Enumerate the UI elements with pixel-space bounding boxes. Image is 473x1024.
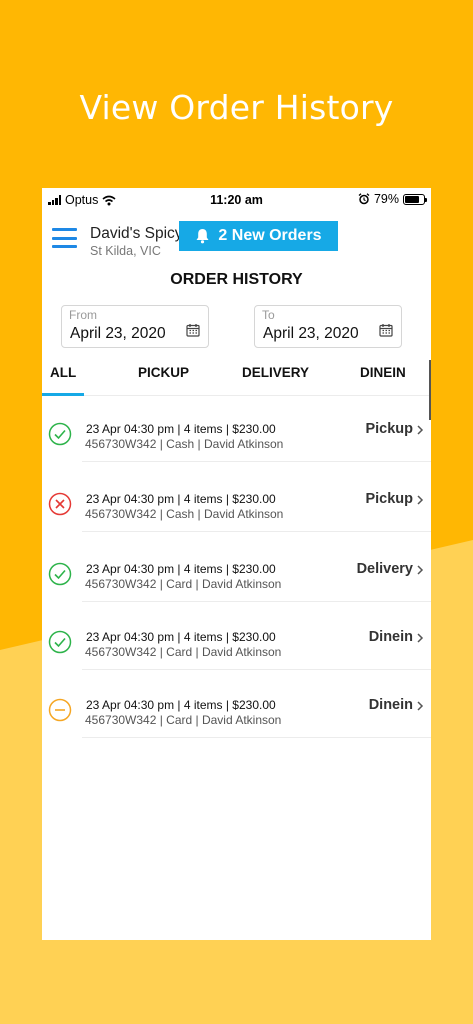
hamburger-menu-icon[interactable] — [52, 228, 77, 248]
order-row[interactable]: 23 Apr 04:30 pm | 4 items | $230.00 4567… — [42, 396, 431, 462]
row-divider — [82, 601, 431, 602]
order-summary: 23 Apr 04:30 pm | 4 items | $230.00 — [86, 630, 276, 644]
new-orders-label: 2 New Orders — [218, 227, 322, 244]
tab-all[interactable]: ALL — [50, 365, 76, 380]
status-right: 79% — [358, 192, 427, 206]
row-divider — [82, 461, 431, 462]
row-divider — [82, 531, 431, 532]
battery-icon — [403, 193, 427, 205]
from-date-label: From — [69, 308, 97, 322]
order-details: 456730W342 | Card | David Atkinson — [85, 713, 282, 727]
chevron-right-icon — [417, 701, 424, 711]
order-summary: 23 Apr 04:30 pm | 4 items | $230.00 — [86, 562, 276, 576]
order-type: Dinein — [368, 697, 413, 713]
order-type-tabs: ALL PICKUP DELIVERY DINEIN — [42, 356, 431, 396]
order-summary: 23 Apr 04:30 pm | 4 items | $230.00 — [86, 422, 276, 436]
order-details: 456730W342 | Card | David Atkinson — [85, 577, 282, 591]
order-details: 456730W342 | Card | David Atkinson — [85, 645, 282, 659]
order-details: 456730W342 | Cash | David Atkinson — [85, 507, 284, 521]
promo-headline: View Order History — [79, 88, 394, 127]
to-date-label: To — [262, 308, 275, 322]
to-date-field[interactable]: To April 23, 2020 — [254, 305, 402, 348]
row-divider — [82, 737, 431, 738]
phone-screen: Optus 11:20 am 79% David's Spicy St Kild… — [42, 188, 431, 940]
order-row[interactable]: 23 Apr 04:30 pm | 4 items | $230.00 4567… — [42, 536, 431, 602]
order-row[interactable]: 23 Apr 04:30 pm | 4 items | $230.00 4567… — [42, 466, 431, 532]
chevron-right-icon — [417, 565, 424, 575]
store-name: David's Spicy — [90, 225, 183, 242]
completed-check-icon — [48, 562, 72, 586]
to-date-value: April 23, 2020 — [263, 325, 359, 342]
from-date-value: April 23, 2020 — [70, 325, 166, 342]
calendar-icon — [379, 324, 393, 337]
store-location: St Kilda, VIC — [90, 244, 161, 258]
chevron-right-icon — [417, 495, 424, 505]
bell-icon — [196, 229, 209, 244]
order-row[interactable]: 23 Apr 04:30 pm | 4 items | $230.00 4567… — [42, 604, 431, 670]
row-divider — [82, 669, 431, 670]
alarm-icon — [358, 193, 370, 205]
chevron-right-icon — [417, 633, 424, 643]
completed-check-icon — [48, 630, 72, 654]
from-date-field[interactable]: From April 23, 2020 — [61, 305, 209, 348]
tab-dinein[interactable]: DINEIN — [360, 365, 406, 380]
calendar-icon — [186, 324, 200, 337]
order-type: Pickup — [365, 491, 413, 507]
status-bar: Optus 11:20 am 79% — [42, 188, 431, 212]
cancelled-x-icon — [48, 492, 72, 516]
completed-check-icon — [48, 422, 72, 446]
tab-pickup[interactable]: PICKUP — [138, 365, 189, 380]
order-details: 456730W342 | Cash | David Atkinson — [85, 437, 284, 451]
order-type: Delivery — [356, 561, 413, 577]
new-orders-button[interactable]: 2 New Orders — [179, 221, 338, 251]
order-row[interactable]: 23 Apr 04:30 pm | 4 items | $230.00 4567… — [42, 672, 431, 738]
order-type: Pickup — [365, 421, 413, 437]
pending-minus-icon — [48, 698, 72, 722]
order-summary: 23 Apr 04:30 pm | 4 items | $230.00 — [86, 492, 276, 506]
page-title: ORDER HISTORY — [170, 271, 303, 288]
order-summary: 23 Apr 04:30 pm | 4 items | $230.00 — [86, 698, 276, 712]
chevron-right-icon — [417, 425, 424, 435]
battery-percent: 79% — [373, 192, 399, 206]
order-type: Dinein — [368, 629, 413, 645]
tab-delivery[interactable]: DELIVERY — [242, 365, 309, 380]
